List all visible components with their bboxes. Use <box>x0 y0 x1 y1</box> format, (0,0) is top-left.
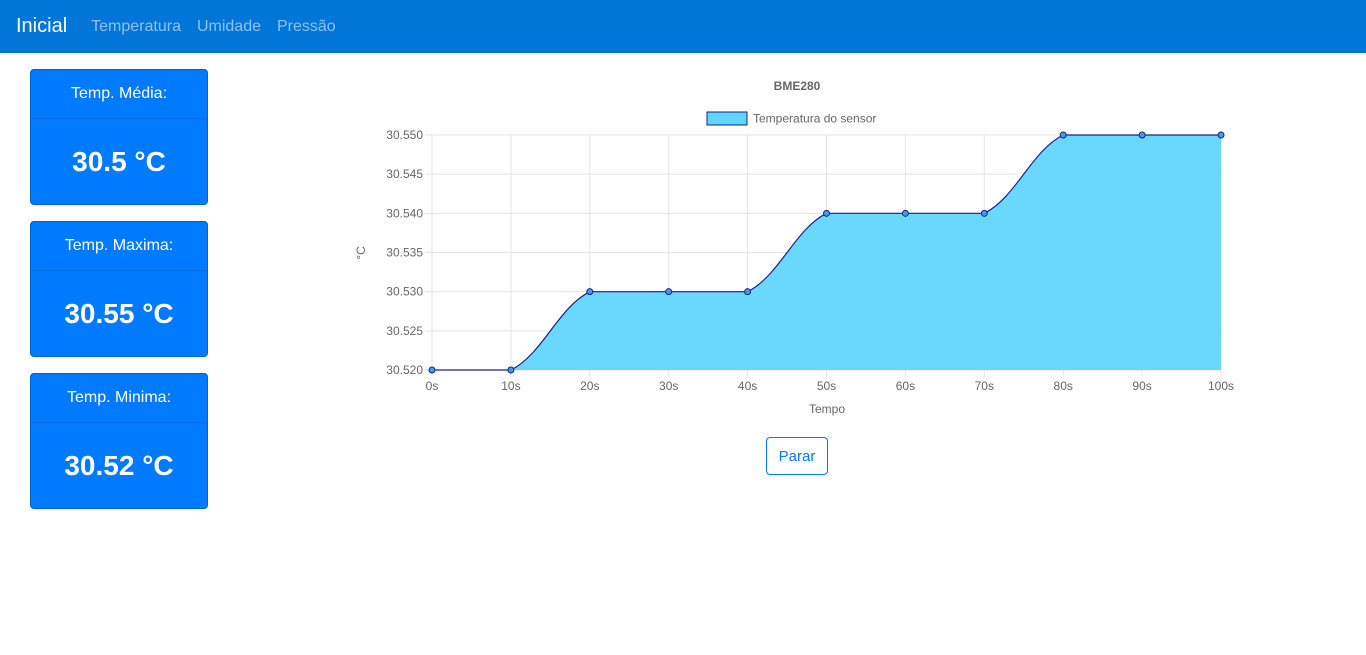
y-tick-label: 30.545 <box>386 167 423 181</box>
data-point <box>901 209 909 217</box>
data-point <box>823 209 830 217</box>
nav-link-temperatura[interactable]: Temperatura <box>91 18 181 36</box>
x-tick-label: 50s <box>817 379 836 393</box>
x-tick-label: 90s <box>1132 379 1151 393</box>
data-point <box>1217 131 1225 139</box>
data-point <box>1059 131 1067 139</box>
y-tick-label: 30.535 <box>386 246 423 260</box>
x-tick-label: 100s <box>1208 379 1234 393</box>
nav-link-umidade[interactable]: Umidade <box>197 18 261 36</box>
chart-title: BME280 <box>774 79 821 93</box>
navbar: Inicial Temperatura Umidade Pressão <box>0 0 1366 53</box>
card-title: Temp. Minima: <box>31 374 207 423</box>
card-value: 30.5 °C <box>72 145 166 177</box>
x-tick-label: 80s <box>1054 379 1073 393</box>
x-tick-label: 20s <box>580 379 599 393</box>
data-point <box>428 366 436 374</box>
nav-link-pressao[interactable]: Pressão <box>277 18 336 36</box>
y-tick-label: 30.540 <box>386 206 423 220</box>
nav-brand-inicial[interactable]: Inicial <box>16 15 67 38</box>
card-title: Temp. Maxima: <box>31 222 207 271</box>
y-tick-labels: 30.550 30.545 30.540 30.535 30.530 30.525 30.5… <box>386 128 423 377</box>
card-temp-minima: Temp. Minima: 30.52 °C <box>30 373 208 509</box>
y-tick-label: 30.520 <box>386 363 423 377</box>
x-axis-label: Tempo <box>809 402 845 416</box>
x-tick-label: 0s <box>426 379 439 393</box>
data-point <box>980 209 988 217</box>
card-title: Temp. Média: <box>31 70 207 119</box>
data-point <box>507 366 515 374</box>
x-tick-label: 60s <box>896 379 915 393</box>
data-point <box>1138 131 1146 139</box>
chart-svg: BME280 Temperatura do sensor °C Tempo 30… <box>354 79 1234 416</box>
x-tick-label: 30s <box>659 379 678 393</box>
temperature-chart: BME280 Temperatura do sensor °C Tempo 30… <box>354 70 1245 420</box>
y-tick-label: 30.525 <box>386 324 423 338</box>
legend-label: Temperatura do sensor <box>753 112 876 126</box>
data-point <box>744 288 752 296</box>
stop-button[interactable]: Parar <box>766 437 828 475</box>
x-tick-labels: 0s 10s 20s 30s 40s 50s 60s 70s 80s 90s 100s <box>426 379 1234 393</box>
y-tick-label: 30.550 <box>386 128 423 142</box>
card-value: 30.55 °C <box>64 297 174 329</box>
card-value: 30.52 °C <box>64 449 174 481</box>
card-temp-media: Temp. Média: 30.5 °C <box>30 69 208 205</box>
y-tick-label: 30.530 <box>386 285 423 299</box>
x-tick-label: 10s <box>501 379 520 393</box>
y-axis-label: °C <box>355 246 368 260</box>
data-point <box>665 288 673 296</box>
x-tick-label: 70s <box>975 379 994 393</box>
card-temp-maxima: Temp. Maxima: 30.55 °C <box>30 221 208 357</box>
legend-swatch[interactable] <box>706 111 748 126</box>
data-point <box>586 288 594 296</box>
x-tick-label: 40s <box>738 379 757 393</box>
stats-cards: Temp. Média: 30.5 °C Temp. Maxima: 30.55… <box>30 69 208 525</box>
